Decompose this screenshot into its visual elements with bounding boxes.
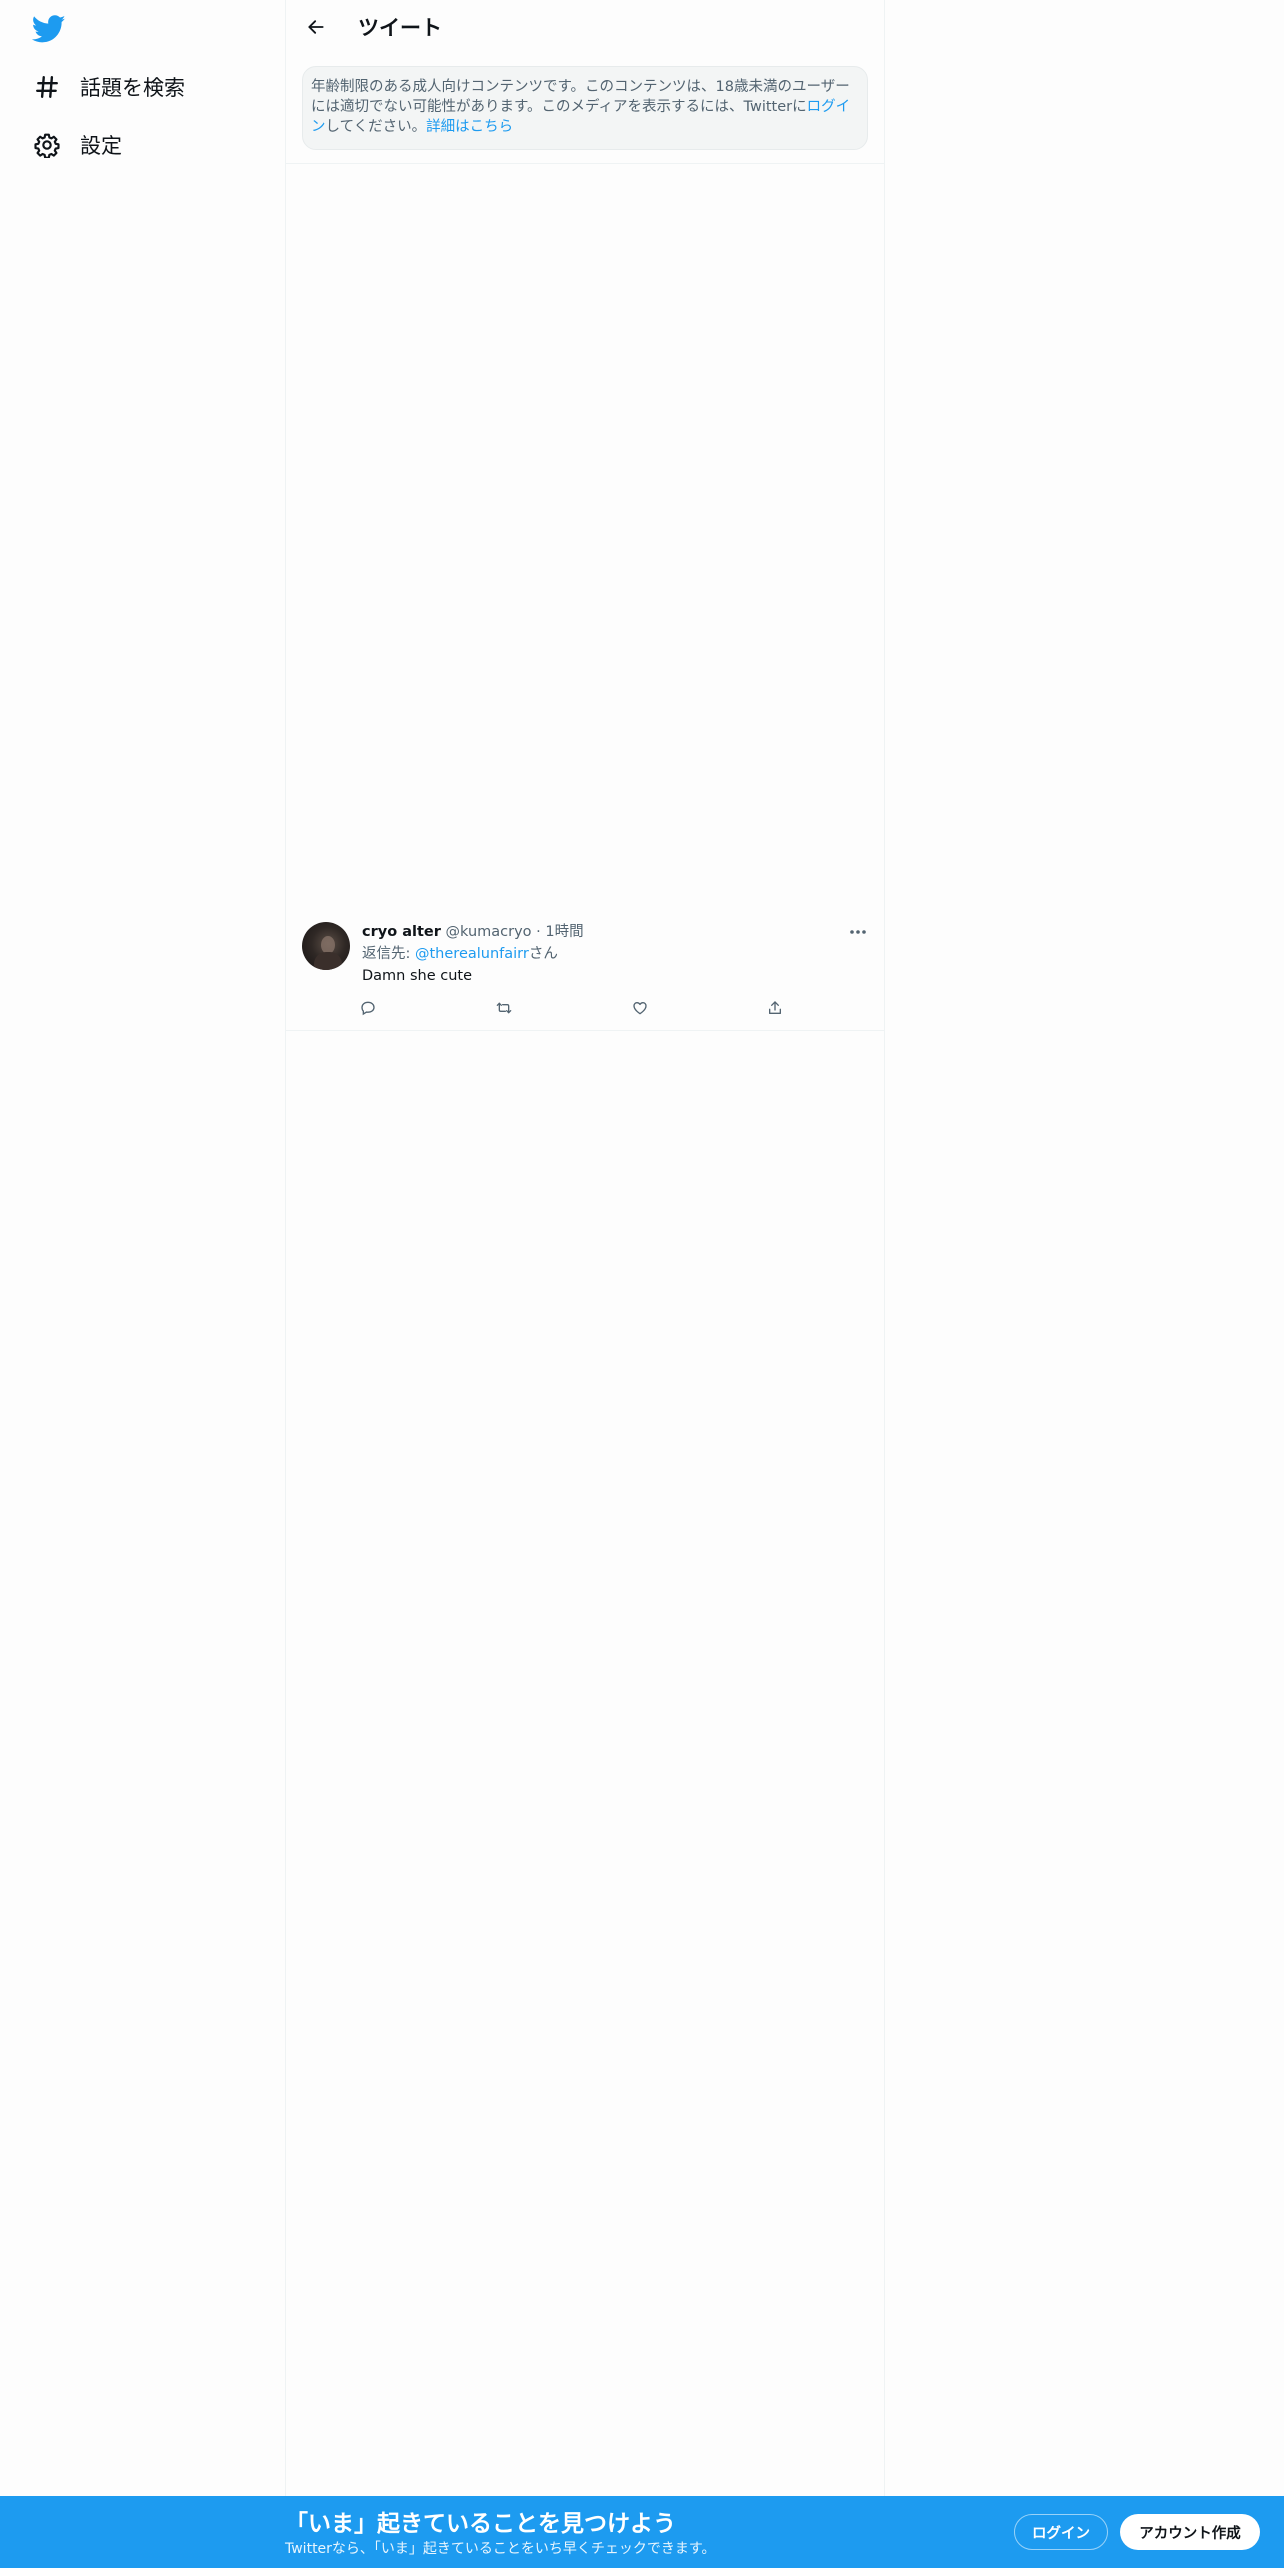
reply-to-link[interactable]: @therealunfairr xyxy=(415,946,529,962)
divider xyxy=(286,1030,884,1031)
notice-text: 年齢制限のある成人向けコンテンツです。このコンテンツは、18歳未満のユーザーには… xyxy=(311,79,850,115)
share-icon xyxy=(769,1001,781,1014)
display-name[interactable]: cryo alter xyxy=(362,924,441,940)
main-column: ツイート 年齢制限のある成人向けコンテンツです。このコンテンツは、18歳未満のユ… xyxy=(285,0,885,2496)
like-icon xyxy=(633,1002,647,1015)
sidebar-item-explore[interactable]: 話題を検索 xyxy=(24,62,185,112)
sidebar-item-settings[interactable]: 設定 xyxy=(24,120,122,170)
divider xyxy=(286,163,884,164)
sidebar-item-label: 話題を検索 xyxy=(80,76,185,100)
page-title: ツイート xyxy=(358,16,442,40)
sidebar-item-label: 設定 xyxy=(80,134,122,158)
more-icon xyxy=(850,930,866,934)
notice-text-after: してください。 xyxy=(325,119,427,135)
signup-banner: 「いま」起きていることを見つけよう Twitterなら、「いま」起きていることを… xyxy=(0,2496,1284,2568)
meta-separator: · xyxy=(536,924,541,940)
sidebar: 話題を検索 設定 xyxy=(0,0,285,2496)
banner-title: 「いま」起きていることを見つけよう xyxy=(285,2511,676,2537)
header: ツイート xyxy=(286,0,884,54)
share-button[interactable] xyxy=(763,996,787,1020)
avatar[interactable] xyxy=(302,922,350,970)
learn-more-link[interactable]: 詳細はこちら xyxy=(426,119,513,135)
banner-subtitle: Twitterなら、「いま」起きていることをいち早くチェックできます。 xyxy=(285,2541,716,2557)
login-button[interactable]: ログイン xyxy=(1014,2514,1108,2550)
sensitive-content-notice: 年齢制限のある成人向けコンテンツです。このコンテンツは、18歳未満のユーザーには… xyxy=(302,66,868,150)
reply-context: 返信先: @therealunfairrさん xyxy=(362,944,558,964)
reply-button[interactable] xyxy=(356,996,380,1020)
retweet-icon xyxy=(496,1002,512,1014)
tweet-header: cryo alter @kumacryo · 1時間 xyxy=(362,922,584,942)
like-button[interactable] xyxy=(628,996,652,1020)
more-options-button[interactable] xyxy=(844,920,872,944)
back-button[interactable] xyxy=(298,9,334,45)
reply-prefix: 返信先: xyxy=(362,946,415,962)
tweet-text: Damn she cute xyxy=(362,968,473,984)
page: 話題を検索 設定 ツイート 年齢制限のある成人向けコンテンツです。このコンテンツ… xyxy=(0,0,1284,2568)
twitter-bird-icon[interactable] xyxy=(31,12,66,46)
user-handle[interactable]: @kumacryo xyxy=(446,924,532,940)
signup-button[interactable]: アカウント作成 xyxy=(1120,2514,1260,2550)
retweet-button[interactable] xyxy=(492,996,516,1020)
tweet-actions xyxy=(361,996,842,1020)
arrow-left-icon xyxy=(308,20,324,34)
gear-icon xyxy=(24,122,70,168)
reply-suffix: さん xyxy=(528,946,558,962)
hashtag-icon xyxy=(24,64,70,110)
reply-tweet[interactable]: cryo alter @kumacryo · 1時間 返信先: @thereal… xyxy=(286,914,884,1030)
tweet-time[interactable]: 1時間 xyxy=(545,924,583,940)
reply-icon xyxy=(361,1001,375,1016)
